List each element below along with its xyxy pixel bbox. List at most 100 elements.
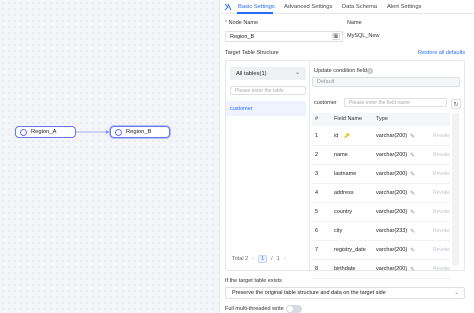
field-number: 7 xyxy=(315,247,319,253)
field-type: varchar(200) xyxy=(376,190,408,196)
total-pages: 1 xyxy=(276,256,280,262)
node-label: Region_B xyxy=(126,129,152,135)
key-icon: 🔑 xyxy=(344,133,350,138)
horizontal-scrollbar[interactable] xyxy=(452,113,459,266)
dag-canvas[interactable]: Region_A Region_B xyxy=(0,0,220,313)
field-row: 6 city varchar(233) ✎ Revoke xyxy=(312,222,450,241)
update-condition-label: Update condition field xyxy=(314,68,367,74)
fields-table-header: # Field Name Type xyxy=(312,113,450,126)
edit-icon[interactable]: ✎ xyxy=(410,190,415,197)
field-row: 3 lastname varchar(200) ✎ Revoke xyxy=(312,165,450,184)
revoke-action[interactable]: Revoke xyxy=(433,133,450,139)
field-number: 1 xyxy=(315,133,319,139)
field-type: varchar(200) xyxy=(376,152,408,158)
tab-advanced-settings[interactable]: Advanced Settings xyxy=(284,4,332,10)
multithread-toggle[interactable] xyxy=(286,305,302,313)
table-item-customer[interactable]: customer xyxy=(226,101,306,116)
edit-icon[interactable]: ✎ xyxy=(410,171,415,178)
node-label: Region_A xyxy=(31,129,57,135)
connection-icon: ▣ xyxy=(333,33,339,39)
edit-icon[interactable]: ✎ xyxy=(410,247,415,254)
field-number: 5 xyxy=(315,209,319,215)
field-row: 8 birthdate varchar(200) ✎ Revoke xyxy=(312,260,450,279)
field-type: varchar(200) xyxy=(376,209,408,215)
field-name: lastname xyxy=(334,171,357,177)
field-type: varchar(200) xyxy=(376,133,408,139)
field-name: registry_date xyxy=(334,247,366,253)
table-structure-box: All tables(1) ⌄ Please enter the table c… xyxy=(225,60,465,279)
col-type: Type xyxy=(376,116,388,122)
field-type: varchar(200) xyxy=(376,171,408,177)
field-number: 8 xyxy=(315,266,319,272)
tab-bar: Basic Settings Advanced Settings Data Sc… xyxy=(221,0,474,14)
help-icon[interactable]: ? xyxy=(367,68,373,74)
edit-icon[interactable]: ✎ xyxy=(410,152,415,159)
revoke-action[interactable]: Revoke xyxy=(433,247,450,253)
field-row: 1 id 🔑 varchar(200) ✎ Revoke xyxy=(312,127,450,146)
node-name-input[interactable]: Region_B ⧉ xyxy=(225,31,343,42)
restore-defaults-link[interactable]: Restore all defaults xyxy=(418,50,465,56)
col-field-name: Field Name xyxy=(334,116,363,122)
name-label: Name xyxy=(347,20,362,26)
update-condition-select[interactable]: Default xyxy=(312,77,460,87)
target-exists-select[interactable]: Preserve the original table structure an… xyxy=(225,287,465,299)
database-icon xyxy=(115,128,122,136)
connection-arrow xyxy=(76,130,110,134)
edit-icon[interactable]: ✎ xyxy=(410,209,415,216)
chevron-down-icon: ⌄ xyxy=(454,290,459,296)
field-row: 2 name varchar(200) ✎ Revoke xyxy=(312,146,450,165)
refresh-icon[interactable]: ↻ xyxy=(451,99,461,109)
edit-icon[interactable]: ✎ xyxy=(410,266,415,273)
field-name: birthdate xyxy=(334,266,356,272)
revoke-action[interactable]: Revoke xyxy=(433,171,450,177)
revoke-action[interactable]: Revoke xyxy=(433,266,450,272)
field-name: city xyxy=(334,228,343,234)
field-name: id xyxy=(334,133,339,139)
tables-list-panel: All tables(1) ⌄ Please enter the table c… xyxy=(226,61,310,270)
current-table-name: customer xyxy=(314,100,337,106)
field-number: 3 xyxy=(315,171,319,177)
tab-data-schema[interactable]: Data Schema xyxy=(342,4,377,10)
table-search-input[interactable]: Please enter the table xyxy=(230,86,306,95)
field-type: varchar(200) xyxy=(376,266,408,272)
chevron-down-icon: ⌄ xyxy=(294,70,300,76)
field-row: 4 address varchar(200) ✎ Revoke xyxy=(312,184,450,203)
database-icon xyxy=(20,128,27,136)
all-tables-header[interactable]: All tables(1) ⌄ xyxy=(230,67,306,80)
edit-icon[interactable]: ✎ xyxy=(410,133,415,140)
connection-name: MySQL_New xyxy=(347,33,380,39)
field-row: 7 registry_date varchar(200) ✎ Revoke xyxy=(312,241,450,260)
node-name-label: * Node Name xyxy=(225,20,259,26)
collapse-icon[interactable] xyxy=(224,3,232,11)
structure-label: Target Table Structure xyxy=(225,50,279,56)
fields-panel: Update condition field ? Default custome… xyxy=(310,61,464,279)
revoke-action[interactable]: Revoke xyxy=(433,209,450,215)
field-row: 5 country varchar(200) ✎ Revoke xyxy=(312,203,450,222)
field-type: varchar(200) xyxy=(376,247,408,253)
revoke-action[interactable]: Revoke xyxy=(433,228,450,234)
tab-alert-settings[interactable]: Alert Settings xyxy=(387,4,421,10)
revoke-action[interactable]: Revoke xyxy=(433,190,450,196)
field-number: 6 xyxy=(315,228,319,234)
multithread-label: Full multi-threaded write xyxy=(225,306,284,312)
revoke-action[interactable]: Revoke xyxy=(433,152,450,158)
pagination: Total 2 ‹ 1 / 1 › xyxy=(232,255,286,263)
field-name: country xyxy=(334,209,353,215)
next-page-icon[interactable]: › xyxy=(284,256,286,262)
node-region-a[interactable]: Region_A xyxy=(15,126,76,138)
page-separator: / xyxy=(271,256,273,262)
field-type: varchar(233) xyxy=(376,228,408,234)
tab-basic-settings[interactable]: Basic Settings xyxy=(238,4,275,10)
target-exists-label: If the target table exists xyxy=(225,278,282,284)
field-name: name xyxy=(334,152,348,158)
page-input[interactable]: 1 xyxy=(258,255,268,263)
node-region-b[interactable]: Region_B xyxy=(110,126,170,138)
edit-icon[interactable]: ✎ xyxy=(410,228,415,235)
prev-page-icon[interactable]: ‹ xyxy=(252,256,254,262)
field-name: address xyxy=(334,190,354,196)
settings-panel: Basic Settings Advanced Settings Data Sc… xyxy=(221,0,474,313)
field-search-input[interactable]: Please enter the field name xyxy=(344,98,447,107)
field-number: 2 xyxy=(315,152,319,158)
col-number: # xyxy=(315,116,319,122)
total-count: Total 2 xyxy=(232,256,249,262)
